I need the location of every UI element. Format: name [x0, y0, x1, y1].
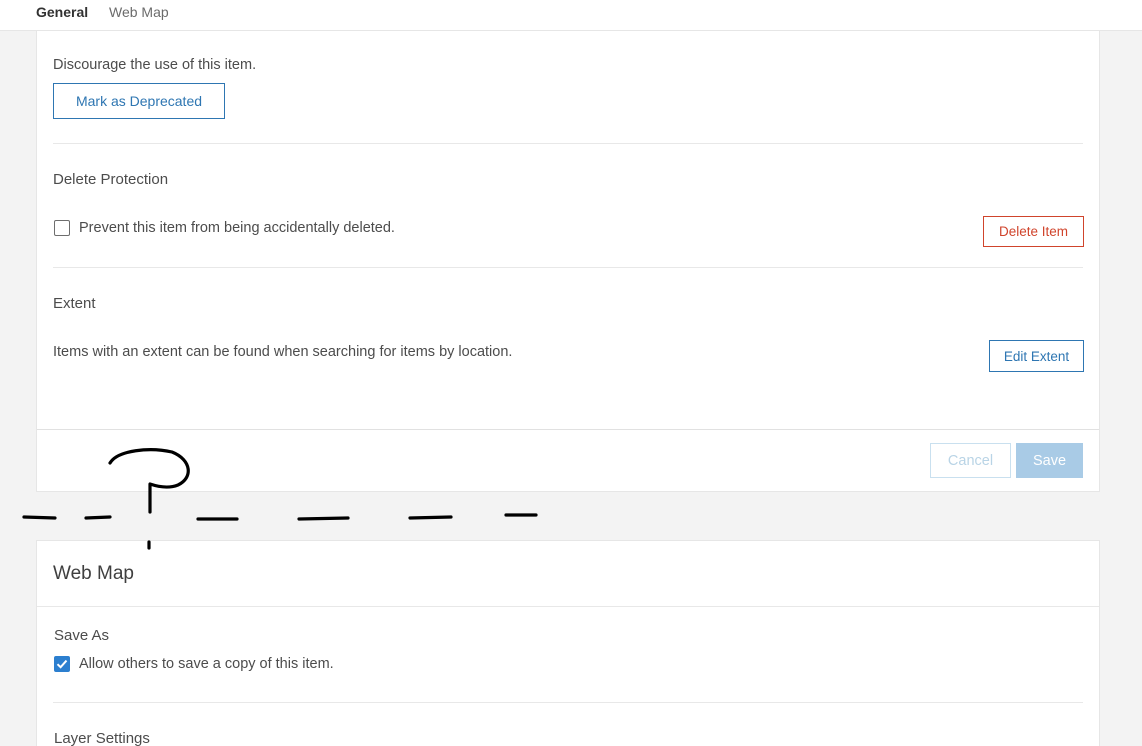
delete-item-button[interactable]: Delete Item	[983, 216, 1084, 247]
tab-web-map[interactable]: Web Map	[109, 4, 169, 20]
settings-tab-bar: General Web Map	[0, 0, 1142, 31]
annotation-dash	[408, 515, 453, 520]
web-map-card-title: Web Map	[53, 563, 134, 584]
mark-as-deprecated-button[interactable]: Mark as Deprecated	[53, 83, 225, 119]
settings-footer: Cancel Save	[37, 429, 1099, 491]
layer-settings-heading: Layer Settings	[54, 730, 150, 746]
extent-description: Items with an extent can be found when s…	[53, 344, 513, 360]
web-map-settings-card: Web Map Save As Allow others to save a c…	[36, 540, 1100, 746]
save-as-checkbox[interactable]	[54, 656, 70, 672]
save-button[interactable]: Save	[1016, 443, 1083, 478]
save-as-checkbox-label[interactable]: Allow others to save a copy of this item…	[79, 655, 334, 673]
cancel-button[interactable]: Cancel	[930, 443, 1011, 478]
deprecate-description: Discourage the use of this item.	[53, 57, 257, 73]
section-divider	[53, 143, 1083, 144]
extent-heading: Extent	[53, 295, 96, 312]
delete-protection-heading: Delete Protection	[53, 171, 169, 188]
delete-protection-checkbox-label[interactable]: Prevent this item from being accidentall…	[79, 219, 395, 237]
item-settings-page: General Web Map Discourage the use of th…	[0, 0, 1142, 746]
section-divider	[53, 702, 1083, 703]
section-divider	[53, 267, 1083, 268]
delete-protection-checkbox[interactable]	[54, 220, 70, 236]
save-as-heading: Save As	[54, 627, 110, 644]
check-icon	[56, 659, 68, 669]
annotation-dash	[297, 516, 350, 521]
annotation-dash	[84, 515, 112, 520]
general-settings-card: Discourage the use of this item. Mark as…	[36, 31, 1100, 492]
tab-general[interactable]: General	[36, 4, 88, 20]
edit-extent-button[interactable]: Edit Extent	[989, 340, 1084, 372]
section-divider	[37, 606, 1099, 607]
annotation-dash	[22, 515, 57, 520]
